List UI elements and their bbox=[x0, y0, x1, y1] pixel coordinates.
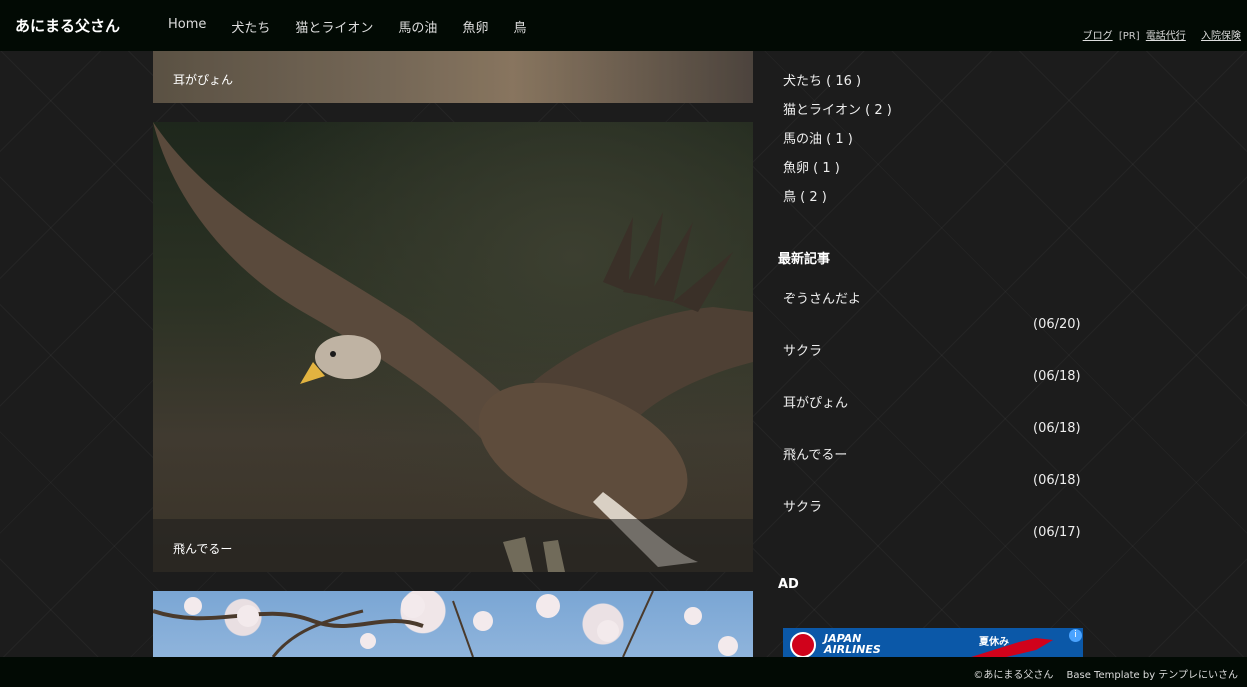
airline-ad-banner[interactable]: JAPAN AIRLINES 夏休み i bbox=[783, 628, 1083, 658]
recent-posts-heading: 最新記事 bbox=[778, 252, 831, 267]
recent-post-item: サクラ (06/18) bbox=[783, 340, 1083, 392]
nav-horse-oil[interactable]: 馬の油 bbox=[398, 17, 437, 36]
post-card[interactable] bbox=[153, 591, 753, 657]
post-caption-bar: 耳がぴょん bbox=[153, 51, 753, 103]
blog-link[interactable]: ブログ bbox=[1083, 31, 1113, 42]
recent-post-item: サクラ (06/17) bbox=[783, 496, 1083, 548]
post-caption[interactable]: 飛んでるー bbox=[173, 540, 232, 557]
recent-posts-list: ぞうさんだよ (06/20) サクラ (06/18) 耳がぴょん (06/18)… bbox=[783, 288, 1083, 548]
pr-label: [PR] bbox=[1118, 31, 1140, 42]
cherry-blossom-photo bbox=[153, 591, 738, 657]
category-item-dogs[interactable]: 犬たち ( 16 ) bbox=[783, 73, 892, 102]
category-item-birds[interactable]: 鳥 ( 2 ) bbox=[783, 189, 892, 218]
eagle-photo bbox=[153, 122, 753, 572]
recent-post-date: (06/18) bbox=[1033, 473, 1081, 488]
ad-heading: AD bbox=[778, 577, 799, 592]
category-item-cats-lions[interactable]: 猫とライオン ( 2 ) bbox=[783, 102, 892, 131]
post-caption-bar: 飛んでるー bbox=[153, 519, 753, 572]
hospital-insurance-link[interactable]: 入院保険 bbox=[1201, 31, 1241, 42]
category-item-horse-oil[interactable]: 馬の油 ( 1 ) bbox=[783, 131, 892, 160]
nav-dogs[interactable]: 犬たち bbox=[231, 17, 270, 36]
site-header: あにまる父さん Home 犬たち 猫とライオン 馬の油 魚卵 鳥 ブログ [PR… bbox=[0, 0, 1247, 51]
ad-brand: JAPAN AIRLINES bbox=[824, 632, 881, 656]
phone-service-link[interactable]: 電話代行 bbox=[1146, 31, 1186, 42]
main-nav: Home 犬たち 猫とライオン 馬の油 魚卵 鳥 bbox=[168, 17, 551, 36]
post-card[interactable]: 耳がぴょん bbox=[153, 51, 753, 103]
recent-post-item: ぞうさんだよ (06/20) bbox=[783, 288, 1083, 340]
recent-post-title[interactable]: 飛んでるー bbox=[783, 444, 847, 463]
nav-home[interactable]: Home bbox=[168, 17, 206, 36]
ad-promo-text: 夏休み bbox=[979, 637, 1009, 648]
template-credit[interactable]: Base Template by テンプレにいさん bbox=[1067, 670, 1238, 681]
nav-fish-roe[interactable]: 魚卵 bbox=[462, 17, 488, 36]
category-item-fish-roe[interactable]: 魚卵 ( 1 ) bbox=[783, 160, 892, 189]
recent-post-title[interactable]: サクラ bbox=[783, 496, 822, 515]
category-list: 犬たち ( 16 ) 猫とライオン ( 2 ) 馬の油 ( 1 ) 魚卵 ( 1… bbox=[783, 73, 892, 218]
recent-post-date: (06/18) bbox=[1033, 369, 1081, 384]
post-list: 耳がぴょん 飛んでるー bbox=[153, 51, 753, 657]
jal-crane-logo-icon bbox=[790, 632, 816, 658]
recent-post-title[interactable]: サクラ bbox=[783, 340, 822, 359]
ad-info-icon[interactable]: i bbox=[1069, 629, 1082, 642]
site-title[interactable]: あにまる父さん bbox=[15, 15, 120, 36]
ad-links: ブログ [PR] 電話代行 入院保険 bbox=[1083, 27, 1241, 42]
recent-post-item: 飛んでるー (06/18) bbox=[783, 444, 1083, 496]
recent-post-title[interactable]: ぞうさんだよ bbox=[783, 288, 861, 307]
post-card[interactable]: 飛んでるー bbox=[153, 122, 753, 572]
post-caption[interactable]: 耳がぴょん bbox=[173, 71, 233, 88]
recent-post-date: (06/18) bbox=[1033, 421, 1081, 436]
recent-post-title[interactable]: 耳がぴょん bbox=[783, 392, 848, 411]
recent-post-date: (06/17) bbox=[1033, 525, 1081, 540]
footer-text: ©あにまる父さん Base Template by テンプレにいさん bbox=[973, 666, 1238, 681]
site-footer: ©あにまる父さん Base Template by テンプレにいさん bbox=[0, 657, 1247, 687]
copyright-text: ©あにまる父さん bbox=[973, 670, 1054, 681]
recent-post-date: (06/20) bbox=[1033, 317, 1081, 332]
nav-cats-lions[interactable]: 猫とライオン bbox=[295, 17, 373, 36]
recent-post-item: 耳がぴょん (06/18) bbox=[783, 392, 1083, 444]
nav-birds[interactable]: 鳥 bbox=[513, 17, 526, 36]
